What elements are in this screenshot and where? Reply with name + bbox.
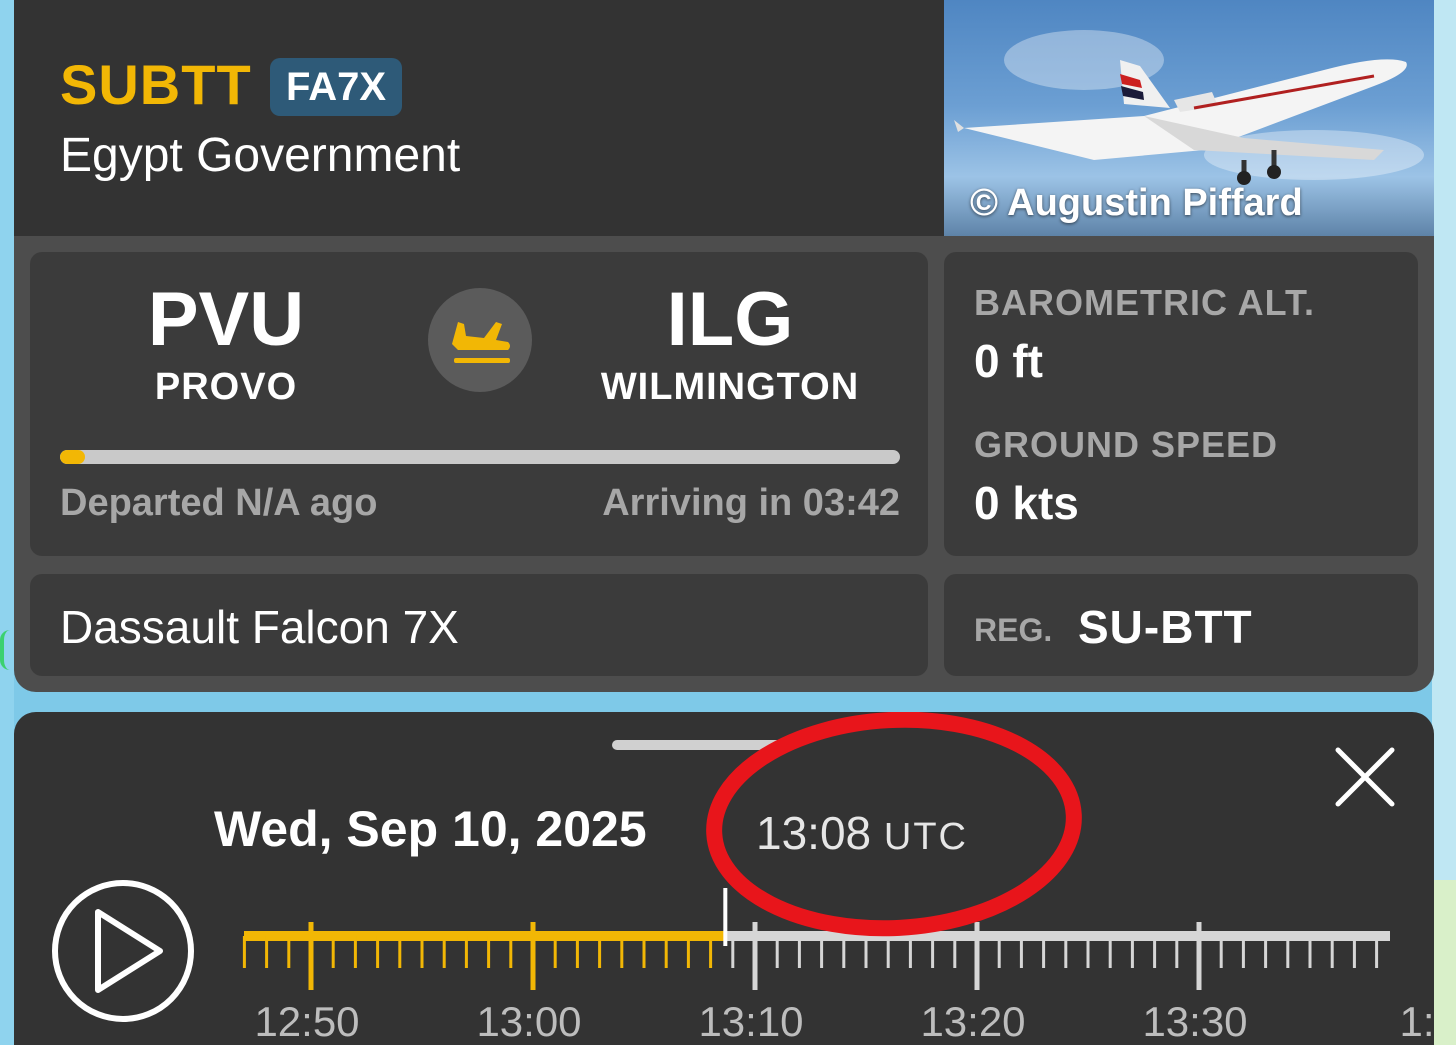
timeline-tick-label: 13:10 bbox=[698, 998, 803, 1045]
registration-value: SU-BTT bbox=[1078, 601, 1253, 653]
arrival-status: Arriving in 03:42 bbox=[602, 482, 900, 524]
altitude-label: BAROMETRIC ALT. bbox=[974, 282, 1315, 323]
aircraft-model-panel[interactable]: Dassault Falcon 7X bbox=[30, 574, 928, 676]
destination-city: WILMINGTON bbox=[600, 366, 860, 408]
timeline-tick-label: 13:00 bbox=[476, 998, 581, 1045]
origin-city: PROVO bbox=[154, 366, 298, 408]
destination-code: ILG bbox=[666, 277, 794, 362]
flight-header: SUBTT FA7X Egypt Government © Augustin P… bbox=[14, 0, 1434, 236]
departed-status: Departed N/A ago bbox=[60, 482, 378, 524]
flight-stats-panel[interactable]: BAROMETRIC ALT. 0 ft GROUND SPEED 0 kts bbox=[944, 252, 1418, 556]
playback-panel[interactable]: Wed, Sep 10, 2025 13:08 UTC 12:50 13:00 13… bbox=[14, 712, 1434, 1045]
origin-code: PVU bbox=[147, 277, 305, 362]
callsign: SUBTT bbox=[60, 53, 252, 116]
departing-plane-icon bbox=[428, 288, 532, 392]
aircraft-type-badge: FA7X bbox=[270, 58, 403, 116]
photo-credit: © Augustin Piffard bbox=[970, 182, 1303, 224]
timeline-tick-label: 1: bbox=[1399, 998, 1434, 1045]
flight-progress-fill bbox=[60, 450, 86, 464]
flight-progress-bar bbox=[60, 450, 900, 464]
timeline-tick-label: 12:50 bbox=[254, 998, 359, 1045]
aircraft-photo[interactable]: © Augustin Piffard bbox=[944, 0, 1434, 236]
altitude-value: 0 ft bbox=[974, 335, 1043, 387]
ground-speed-label: GROUND SPEED bbox=[974, 424, 1279, 465]
ground-speed-value: 0 kts bbox=[974, 477, 1079, 529]
registration-label: REG. bbox=[974, 612, 1053, 648]
timeline-tick-label: 13:20 bbox=[920, 998, 1025, 1045]
route-panel[interactable]: PVU PROVO ILG WILMINGTON Departed N/A ag… bbox=[30, 252, 928, 556]
map-background-left bbox=[0, 0, 14, 1045]
timeline-tick-label: 13:30 bbox=[1142, 998, 1247, 1045]
flight-info-card[interactable]: SUBTT FA7X Egypt Government © Augustin P… bbox=[14, 0, 1434, 692]
registration-panel[interactable]: REG. SU-BTT bbox=[944, 574, 1418, 676]
aircraft-model: Dassault Falcon 7X bbox=[60, 601, 459, 653]
map-route-line bbox=[0, 630, 10, 670]
playback-timeline[interactable]: 12:50 13:00 13:10 13:20 13:30 1: bbox=[14, 712, 1434, 1045]
operator-name: Egypt Government bbox=[60, 129, 461, 182]
